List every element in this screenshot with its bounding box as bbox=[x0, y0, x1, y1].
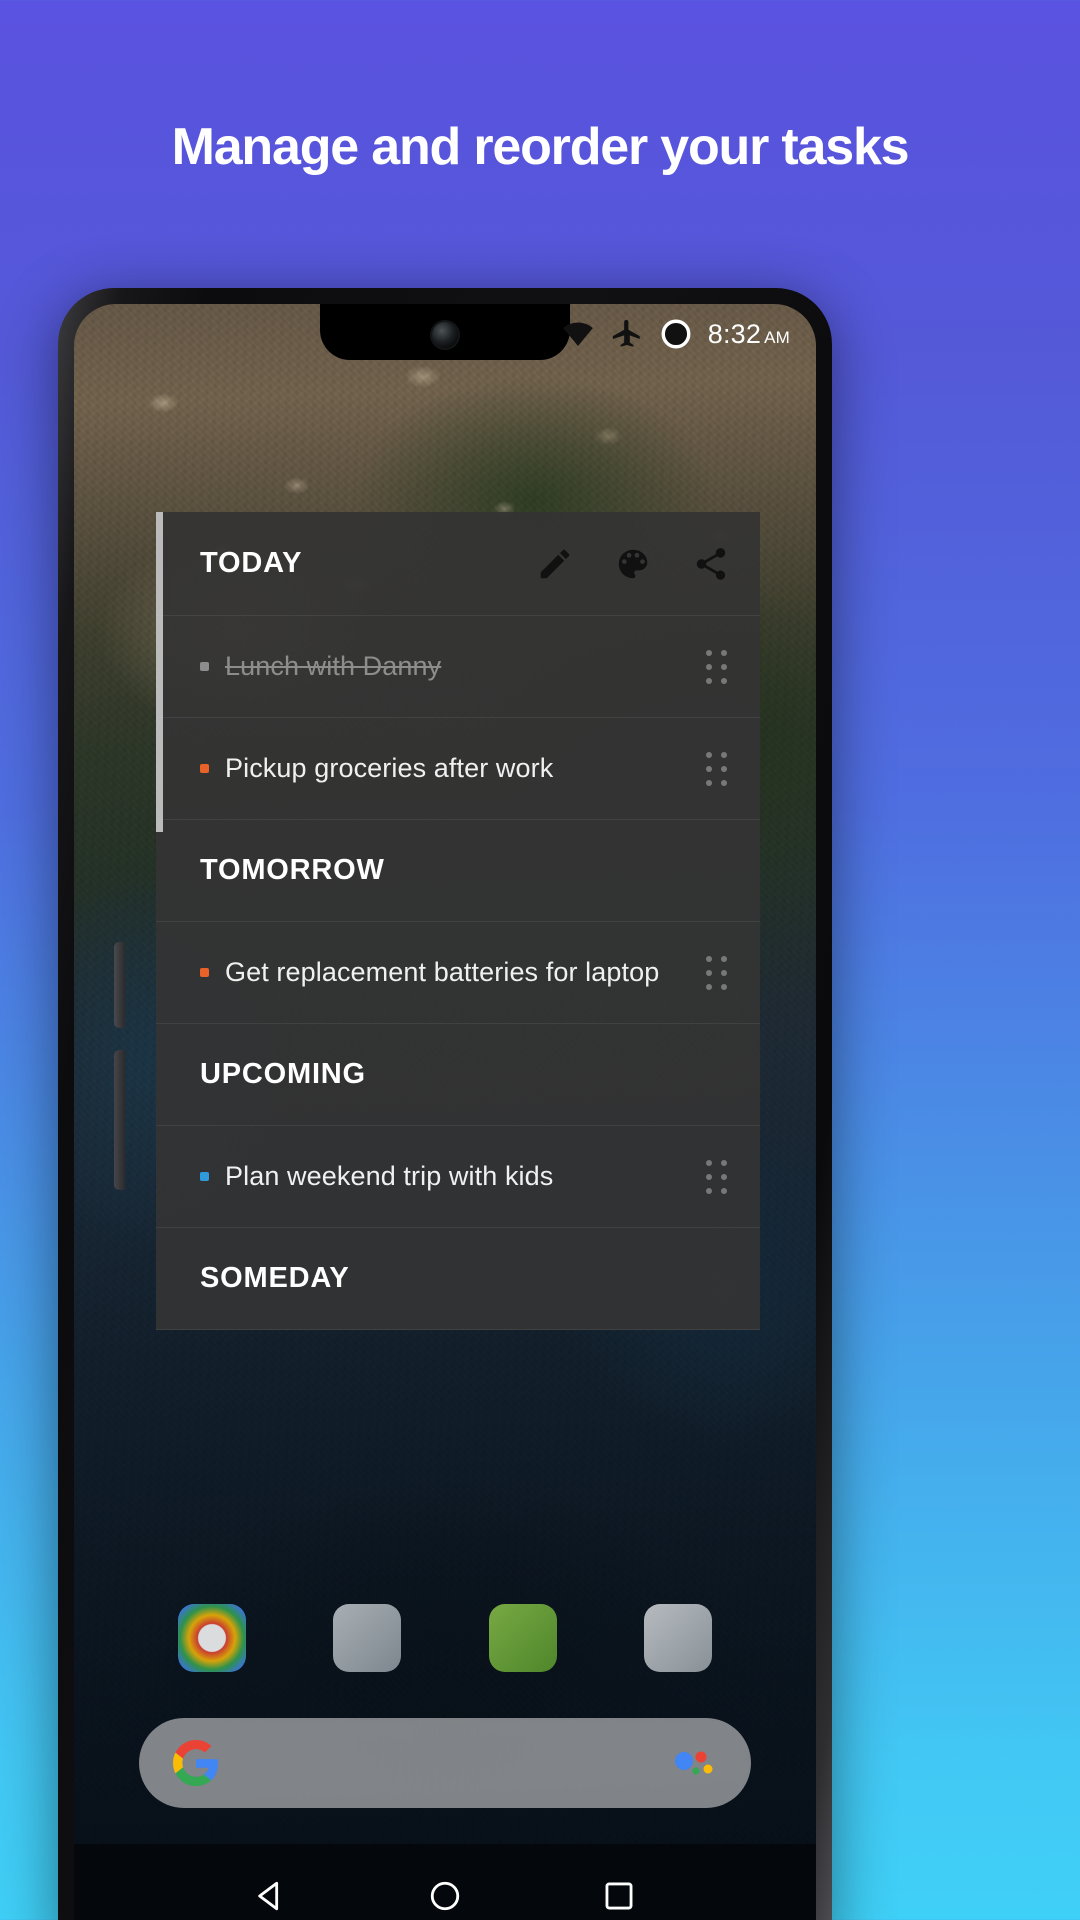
drag-handle-icon[interactable] bbox=[706, 751, 730, 786]
task-row[interactable]: Get replacement batteries for laptop bbox=[156, 922, 760, 1024]
google-assistant-icon[interactable] bbox=[673, 1748, 717, 1778]
google-search-bar[interactable] bbox=[139, 1718, 751, 1808]
section-header-label: SOMEDAY bbox=[200, 1262, 350, 1294]
section-header-label: UPCOMING bbox=[200, 1058, 366, 1090]
task-label: Plan weekend trip with kids bbox=[225, 1161, 554, 1191]
tasks-widget: TODAY Lunch with Danny Pickup groceries a… bbox=[156, 512, 760, 1330]
task-bullet bbox=[200, 764, 209, 773]
task-label: Lunch with Danny bbox=[225, 651, 442, 681]
recents-square-icon[interactable] bbox=[602, 1879, 636, 1913]
task-bullet bbox=[200, 968, 209, 977]
drag-handle-icon[interactable] bbox=[706, 649, 730, 684]
drag-handle-icon[interactable] bbox=[706, 955, 730, 990]
back-triangle-icon[interactable] bbox=[254, 1879, 288, 1913]
phone-mockup: 8:32 AM TODAY Lunch with Danny Pickup gr… bbox=[58, 288, 832, 1920]
task-bullet bbox=[200, 1172, 209, 1181]
clock-ampm: AM bbox=[764, 327, 790, 347]
palette-icon[interactable] bbox=[614, 545, 652, 583]
app-icon[interactable] bbox=[177, 1604, 246, 1672]
page-title: Manage and reorder your tasks bbox=[171, 118, 910, 176]
section-header: TOMORROW bbox=[156, 820, 760, 922]
task-label: Pickup groceries after work bbox=[225, 753, 554, 783]
section-header-label: TOMORROW bbox=[200, 854, 385, 886]
do-not-disturb-icon bbox=[661, 319, 691, 349]
airplane-mode-icon bbox=[612, 319, 640, 347]
app-icon[interactable] bbox=[333, 1604, 402, 1672]
widget-actions bbox=[536, 545, 730, 583]
section-header: UPCOMING bbox=[156, 1024, 760, 1126]
home-screen-icons bbox=[74, 1604, 816, 1672]
home-circle-icon[interactable] bbox=[428, 1879, 462, 1913]
side-button-left-lower[interactable] bbox=[114, 1050, 125, 1190]
widget-header: TODAY bbox=[156, 512, 760, 616]
share-icon[interactable] bbox=[692, 545, 730, 583]
status-bar-clock: 8:32 AM bbox=[708, 319, 790, 350]
clock-time: 8:32 bbox=[707, 318, 762, 349]
widget-title: TODAY bbox=[200, 547, 303, 579]
status-bar: 8:32 AM bbox=[74, 304, 816, 364]
side-button-left-upper[interactable] bbox=[114, 942, 125, 1028]
widget-scrollbar[interactable] bbox=[156, 512, 163, 832]
app-icon[interactable] bbox=[644, 1604, 713, 1672]
task-bullet bbox=[200, 662, 209, 671]
app-icon[interactable] bbox=[488, 1604, 557, 1672]
section-header: SOMEDAY bbox=[156, 1228, 760, 1330]
task-row[interactable]: Plan weekend trip with kids bbox=[156, 1126, 760, 1228]
google-g-icon bbox=[173, 1740, 219, 1786]
drag-handle-icon[interactable] bbox=[706, 1159, 730, 1194]
edit-icon[interactable] bbox=[536, 545, 574, 583]
wifi-icon bbox=[562, 322, 593, 347]
task-list: Lunch with Danny Pickup groceries after w… bbox=[156, 616, 760, 1330]
task-label: Get replacement batteries for laptop bbox=[225, 957, 660, 987]
task-row[interactable]: Pickup groceries after work bbox=[156, 718, 760, 820]
task-row[interactable]: Lunch with Danny bbox=[156, 616, 760, 718]
phone-screen: 8:32 AM TODAY Lunch with Danny Pickup gr… bbox=[74, 304, 816, 1920]
android-nav-bar bbox=[74, 1844, 816, 1920]
